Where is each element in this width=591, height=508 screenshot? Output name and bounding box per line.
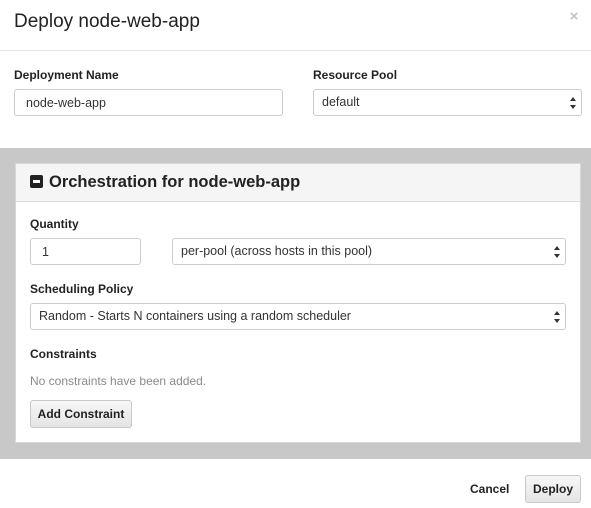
deploy-button[interactable]: Deploy (525, 475, 581, 503)
orchestration-title: Orchestration for node-web-app (49, 173, 301, 191)
add-constraint-button[interactable]: Add Constraint (30, 400, 132, 428)
minus-square-icon[interactable] (30, 175, 43, 188)
quantity-label: Quantity (30, 217, 79, 231)
constraints-empty-message: No constraints have been added. (30, 374, 207, 388)
resource-pool-select[interactable]: default (313, 89, 582, 116)
deployment-name-input[interactable] (14, 89, 283, 116)
updown-chevron-icon (570, 97, 576, 109)
orchestration-panel-heading: Orchestration for node-web-app (16, 164, 580, 202)
constraints-label: Constraints (30, 347, 97, 361)
quantity-mode-selected: per-pool (across hosts in this pool) (181, 244, 373, 258)
dialog-title: Deploy node-web-app (14, 11, 200, 32)
quantity-mode-select[interactable]: per-pool (across hosts in this pool) (172, 238, 566, 265)
updown-chevron-icon (554, 311, 560, 323)
scheduling-policy-select[interactable]: Random - Starts N containers using a ran… (30, 303, 566, 330)
updown-chevron-icon (554, 246, 560, 258)
close-icon[interactable]: × (567, 9, 581, 24)
deployment-name-label: Deployment Name (14, 68, 119, 82)
scheduling-policy-label: Scheduling Policy (30, 282, 134, 296)
quantity-input[interactable] (30, 238, 141, 265)
scheduling-policy-selected: Random - Starts N containers using a ran… (39, 309, 351, 323)
dialog-header: Deploy node-web-app × (0, 0, 591, 51)
cancel-button[interactable]: Cancel (470, 482, 509, 496)
resource-pool-label: Resource Pool (313, 68, 398, 82)
resource-pool-selected: default (322, 95, 360, 109)
